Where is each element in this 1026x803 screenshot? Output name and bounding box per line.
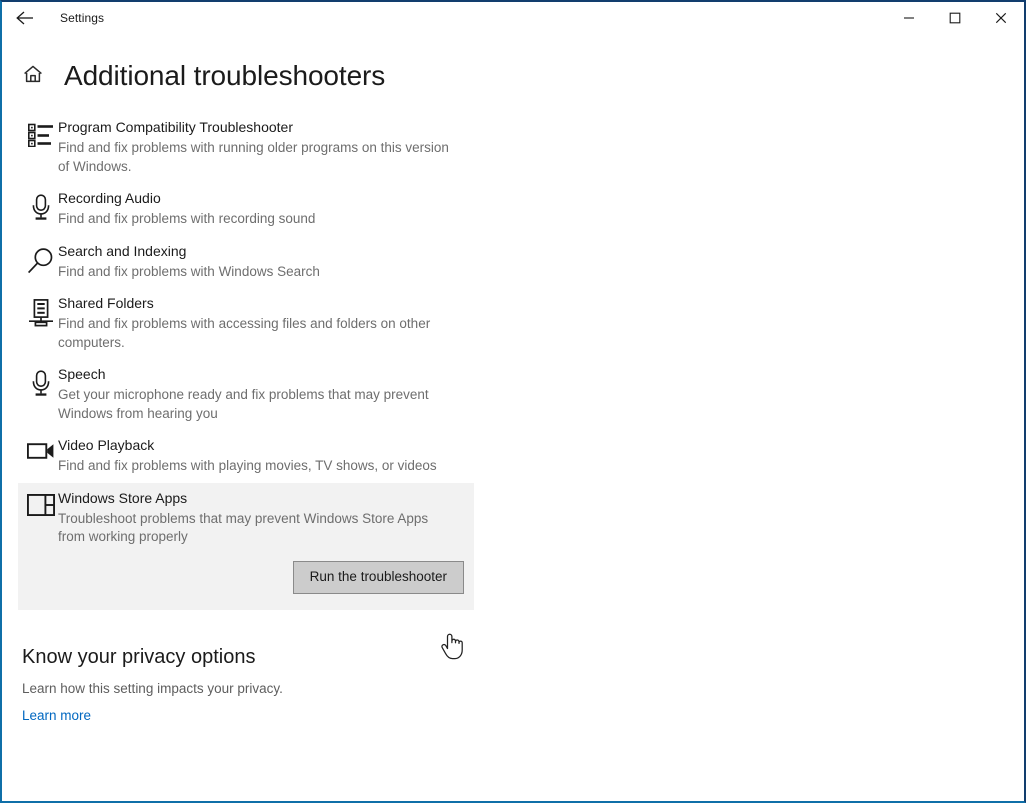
- list-item-text: Video Playback Find and fix problems wit…: [58, 436, 437, 476]
- page-title: Additional troubleshooters: [64, 60, 386, 91]
- learn-more-link[interactable]: Learn more: [22, 707, 91, 725]
- settings-window: Settings Additional troubleshooters Prog…: [0, 0, 1026, 803]
- list-item-selected[interactable]: Windows Store Apps Troubleshoot problems…: [18, 482, 474, 561]
- app-window-icon: [18, 489, 58, 516]
- list-item[interactable]: Speech Get your microphone ready and fix…: [18, 359, 474, 430]
- troubleshooter-action-area: Run the troubleshooter: [18, 560, 474, 610]
- troubleshooter-description: Find and fix problems with playing movie…: [58, 458, 437, 473]
- troubleshooter-description: Find and fix problems with recording sou…: [58, 211, 316, 226]
- server-share-icon: [18, 294, 58, 327]
- home-button[interactable]: [22, 63, 56, 90]
- close-icon: [995, 12, 1007, 24]
- list-item-text: Recording Audio Find and fix problems wi…: [58, 189, 315, 229]
- list-item[interactable]: Shared Folders Find and fix problems wit…: [18, 288, 474, 359]
- home-icon: [22, 63, 44, 90]
- troubleshooter-name: Program Compatibility Troubleshooter: [58, 119, 293, 135]
- list-item[interactable]: Recording Audio Find and fix problems wi…: [18, 183, 474, 236]
- list-item[interactable]: Program Compatibility Troubleshooter Fin…: [18, 112, 474, 183]
- maximize-button[interactable]: [932, 2, 978, 34]
- troubleshooter-description: Get your microphone ready and fix proble…: [58, 387, 429, 421]
- troubleshooter-name: Shared Folders: [58, 295, 154, 311]
- troubleshooter-description: Find and fix problems with Windows Searc…: [58, 263, 320, 279]
- title-bar: Settings: [2, 2, 1024, 34]
- troubleshooter-list: Program Compatibility Troubleshooter Fin…: [2, 112, 1024, 610]
- privacy-section: Know your privacy options Learn how this…: [2, 644, 1024, 725]
- privacy-description: Learn how this setting impacts your priv…: [22, 680, 283, 696]
- close-button[interactable]: [978, 2, 1024, 34]
- maximize-icon: [949, 12, 961, 24]
- list-item-text: Speech Get your microphone ready and fix…: [58, 365, 456, 423]
- back-arrow-icon: [15, 10, 35, 26]
- list-item-text: Search and Indexing Find and fix problem…: [58, 242, 320, 282]
- minimize-button[interactable]: [886, 2, 932, 34]
- caption-buttons: [886, 2, 1024, 34]
- troubleshooter-description: Troubleshoot problems that may prevent W…: [58, 510, 429, 545]
- troubleshooter-name: Recording Audio: [58, 190, 161, 206]
- microphone-icon: [18, 189, 58, 222]
- page-header: Additional troubleshooters: [2, 54, 1024, 98]
- microphone-icon: [18, 365, 58, 398]
- app-title: Settings: [60, 11, 105, 25]
- troubleshooter-name: Search and Indexing: [58, 242, 187, 259]
- privacy-title: Know your privacy options: [22, 645, 256, 668]
- troubleshooter-name: Windows Store Apps: [58, 489, 188, 506]
- troubleshooter-name: Video Playback: [58, 437, 155, 453]
- run-troubleshooter-button[interactable]: Run the troubleshooter: [292, 560, 464, 594]
- list-item[interactable]: Search and Indexing Find and fix problem…: [18, 236, 474, 289]
- troubleshooter-description: Find and fix problems with running older…: [58, 140, 449, 174]
- minimize-icon: [903, 12, 915, 24]
- magnifier-icon: [18, 242, 58, 275]
- list-bullets-icon: [18, 118, 58, 147]
- troubleshooter-name: Speech: [58, 366, 106, 382]
- list-item-text: Shared Folders Find and fix problems wit…: [58, 294, 456, 352]
- back-button[interactable]: [2, 2, 48, 34]
- troubleshooter-description: Find and fix problems with accessing fil…: [58, 316, 431, 350]
- video-camera-icon: [18, 436, 58, 461]
- list-item[interactable]: Video Playback Find and fix problems wit…: [18, 430, 474, 483]
- list-item-text: Program Compatibility Troubleshooter Fin…: [58, 118, 456, 176]
- list-item-text: Windows Store Apps Troubleshoot problems…: [58, 489, 456, 547]
